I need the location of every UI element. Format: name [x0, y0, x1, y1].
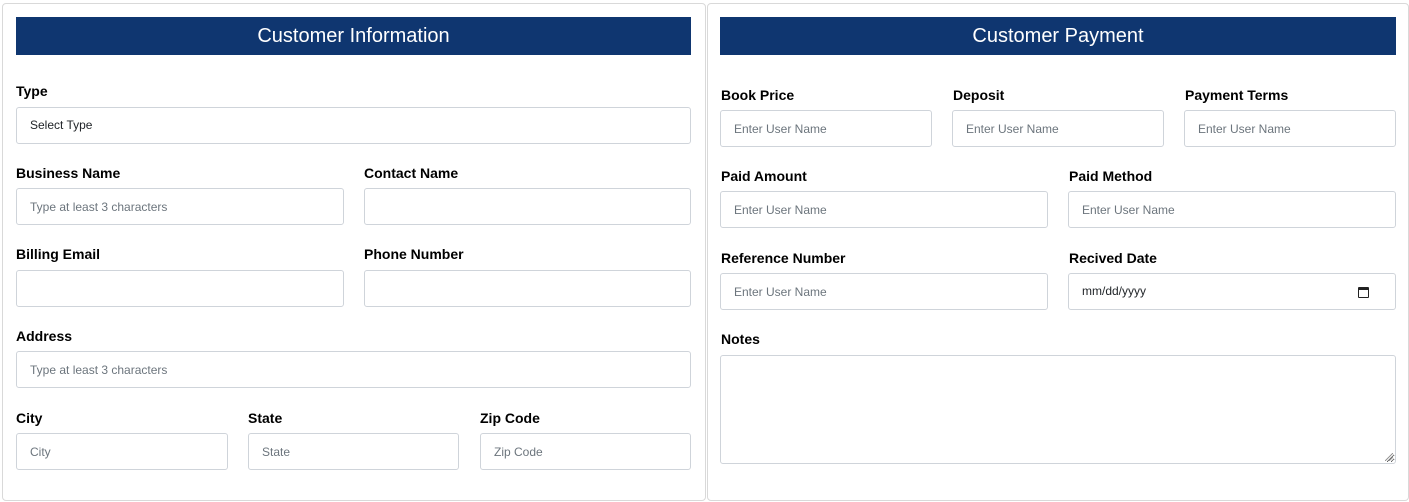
notes-label: Notes: [721, 331, 760, 347]
paid-amount-input[interactable]: [720, 191, 1048, 228]
payment-terms-input[interactable]: [1184, 110, 1396, 147]
paid-method-input[interactable]: [1068, 191, 1396, 228]
received-date-label: Recived Date: [1069, 250, 1157, 266]
book-price-label: Book Price: [721, 87, 795, 103]
customer-information-panel: [2, 3, 706, 501]
customer-information-header: Customer Information: [16, 17, 691, 55]
contact-name-label: Contact Name: [364, 165, 459, 181]
zip-code-input[interactable]: [480, 433, 691, 470]
deposit-label: Deposit: [953, 87, 1005, 103]
business-name-input[interactable]: [16, 188, 344, 225]
address-input[interactable]: [16, 351, 691, 388]
reference-number-label: Reference Number: [721, 250, 846, 266]
resize-grip-icon[interactable]: [1385, 453, 1393, 461]
type-select[interactable]: Select Type: [16, 107, 691, 144]
billing-email-label: Billing Email: [16, 246, 101, 262]
zip-code-label: Zip Code: [480, 410, 540, 426]
calendar-icon[interactable]: [1358, 287, 1369, 298]
customer-payment-header: Customer Payment: [720, 17, 1396, 55]
contact-name-input[interactable]: [364, 188, 691, 225]
city-label: City: [16, 410, 43, 426]
city-input[interactable]: [16, 433, 228, 470]
payment-terms-label: Payment Terms: [1185, 87, 1289, 103]
type-label: Type: [16, 83, 48, 99]
notes-textarea[interactable]: [720, 355, 1396, 464]
phone-number-label: Phone Number: [364, 246, 464, 262]
book-price-input[interactable]: [720, 110, 932, 147]
paid-amount-label: Paid Amount: [721, 168, 807, 184]
phone-number-input[interactable]: [364, 270, 691, 307]
received-date-input[interactable]: mm/dd/yyyy: [1068, 273, 1396, 310]
address-label: Address: [16, 328, 73, 344]
state-input[interactable]: [248, 433, 459, 470]
billing-email-input[interactable]: [16, 270, 344, 307]
received-date-value: mm/dd/yyyy: [1082, 284, 1147, 298]
deposit-input[interactable]: [952, 110, 1164, 147]
business-name-label: Business Name: [16, 165, 121, 181]
state-label: State: [248, 410, 283, 426]
paid-method-label: Paid Method: [1069, 168, 1153, 184]
reference-number-input[interactable]: [720, 273, 1048, 310]
